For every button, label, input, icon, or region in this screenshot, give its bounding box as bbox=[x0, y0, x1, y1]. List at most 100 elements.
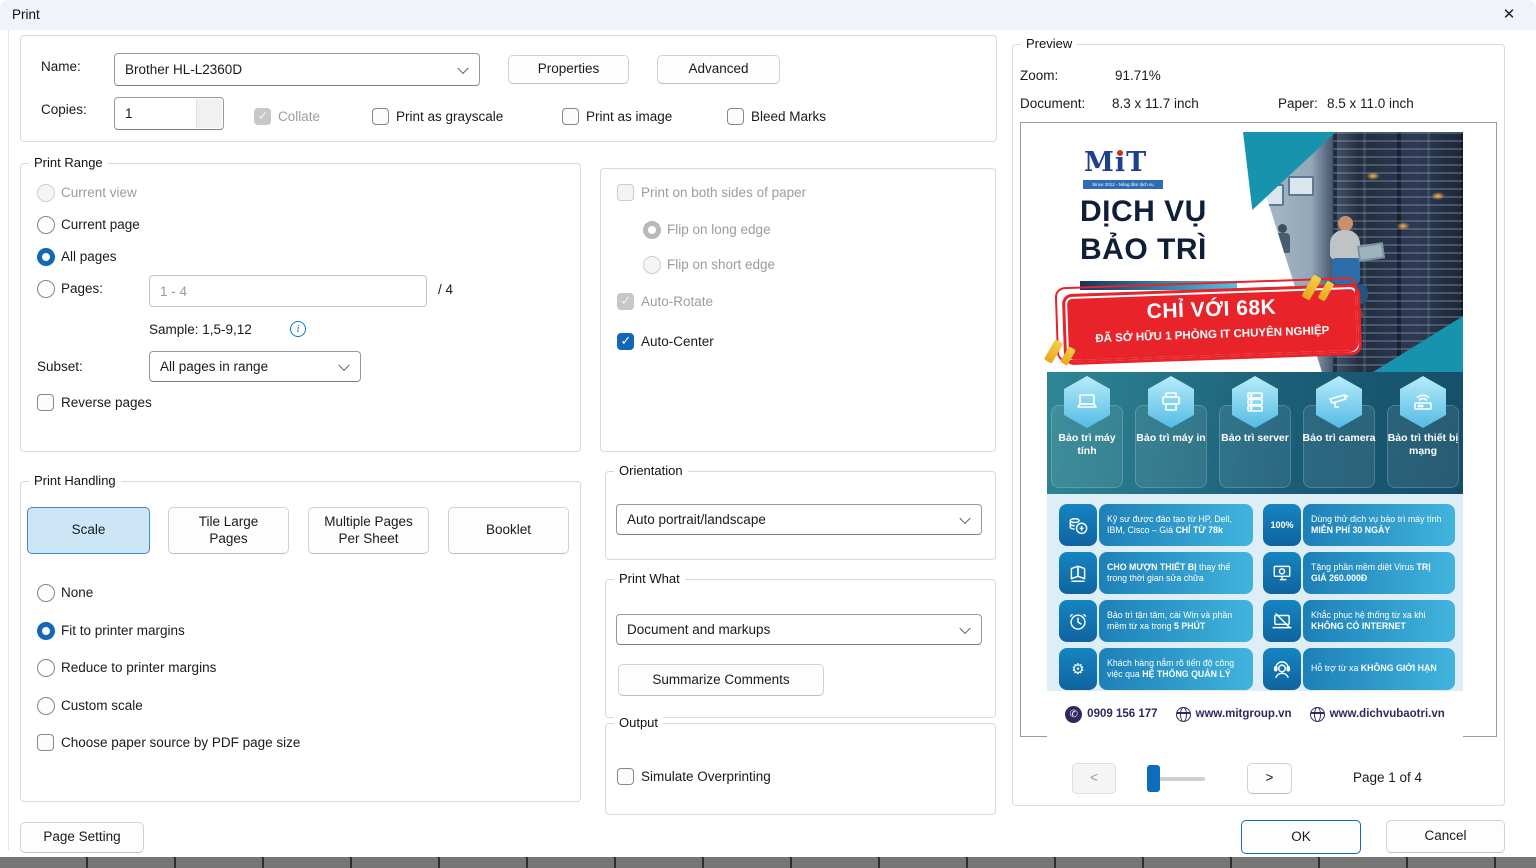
printer-group: Name: Brother HL-L2360D Properties Advan… bbox=[20, 35, 997, 142]
prev-page-button[interactable]: < bbox=[1072, 763, 1116, 794]
collate-label: Collate bbox=[278, 109, 320, 124]
preview-title: Preview bbox=[1021, 36, 1077, 51]
properties-button[interactable]: Properties bbox=[508, 55, 629, 84]
close-icon[interactable]: ✕ bbox=[1498, 5, 1520, 25]
tab-booklet[interactable]: Booklet bbox=[448, 507, 569, 554]
camera-icon bbox=[1327, 390, 1351, 414]
background-app-strip bbox=[0, 857, 1536, 868]
page-setting-button[interactable]: Page Setting bbox=[20, 822, 144, 853]
service-tile-text: Khách hàng nắm rõ tiến độ công việc qua … bbox=[1099, 648, 1253, 690]
technician-figure bbox=[1330, 230, 1360, 260]
next-page-button[interactable]: > bbox=[1247, 763, 1292, 794]
auto-center-label: Auto-Center bbox=[641, 334, 714, 349]
reverse-pages-label: Reverse pages bbox=[61, 395, 152, 410]
current-page-radio[interactable] bbox=[37, 216, 55, 234]
fit-margins-radio[interactable] bbox=[37, 622, 55, 640]
printer-name-value: Brother HL-L2360D bbox=[125, 62, 242, 77]
grayscale-checkbox[interactable] bbox=[372, 108, 389, 125]
service-tile-text: Khắc phục hệ thống từ xa khi KHÔNG CÓ IN… bbox=[1303, 600, 1455, 642]
ok-button[interactable]: OK bbox=[1241, 820, 1361, 854]
hex-item: Bảo trì server bbox=[1216, 372, 1294, 494]
reduce-margins-label: Reduce to printer margins bbox=[61, 660, 216, 675]
alarm-clock-icon bbox=[1059, 600, 1097, 642]
reverse-pages-checkbox[interactable] bbox=[37, 394, 54, 411]
orientation-value: Auto portrait/landscape bbox=[627, 512, 766, 527]
copies-stepper[interactable] bbox=[196, 99, 222, 128]
print-handling-group: Print Handling Scale Tile Large Pages Mu… bbox=[20, 481, 581, 802]
cancel-button[interactable]: Cancel bbox=[1386, 820, 1505, 853]
bleed-marks-label: Bleed Marks bbox=[751, 109, 826, 124]
reduce-margins-radio[interactable] bbox=[37, 659, 55, 677]
orientation-select[interactable]: Auto portrait/landscape bbox=[616, 504, 982, 535]
collate-checkbox bbox=[254, 108, 271, 125]
hex-items: Bảo trì máy tính Bảo trì máy in Bảo trì … bbox=[1047, 372, 1463, 494]
hex-item-label: Bảo trì máy in bbox=[1134, 432, 1208, 445]
zoom-value: 91.71% bbox=[1115, 68, 1161, 83]
promo-banner-line1: CHỈ VỚI 68K bbox=[1062, 293, 1361, 327]
laptop-icon bbox=[1075, 390, 1099, 414]
flyer-heading-line2: BẢO TRÌ bbox=[1080, 233, 1207, 267]
pages-sample: Sample: 1,5-9,12 bbox=[149, 322, 252, 337]
contact-item: www.dichvubaotri.vn bbox=[1310, 707, 1445, 722]
rack-light bbox=[1396, 222, 1410, 230]
paper-source-checkbox[interactable] bbox=[37, 734, 54, 751]
contact-item: www.mitgroup.vn bbox=[1176, 707, 1292, 722]
hex-item: Bảo trì camera bbox=[1300, 372, 1378, 494]
pages-input-value: 1 - 4 bbox=[160, 284, 187, 299]
custom-scale-radio[interactable] bbox=[37, 697, 55, 715]
both-sides-label: Print on both sides of paper bbox=[641, 185, 806, 200]
simulate-overprinting-label: Simulate Overprinting bbox=[641, 769, 771, 784]
custom-scale-label: Custom scale bbox=[61, 698, 143, 713]
tab-scale[interactable]: Scale bbox=[27, 507, 150, 554]
coins-icon bbox=[1059, 504, 1097, 546]
router-icon bbox=[1411, 390, 1435, 414]
tab-tile-large-pages[interactable]: Tile Large Pages bbox=[168, 507, 289, 554]
document-label: Document: bbox=[1020, 96, 1085, 111]
copies-value: 1 bbox=[125, 106, 133, 121]
globe-icon bbox=[1176, 707, 1191, 722]
copies-input[interactable]: 1 bbox=[114, 97, 224, 130]
offline-laptop-icon bbox=[1263, 600, 1301, 642]
subset-label: Subset: bbox=[37, 359, 83, 374]
flyer-heading-line1: DỊCH VỤ bbox=[1080, 195, 1207, 229]
paper-label: Paper: bbox=[1278, 96, 1318, 111]
simulate-overprinting-checkbox[interactable] bbox=[617, 768, 634, 785]
advanced-button[interactable]: Advanced bbox=[657, 55, 780, 84]
all-pages-radio[interactable] bbox=[37, 248, 55, 266]
flip-short-label: Flip on short edge bbox=[667, 257, 775, 272]
paper-value: 8.5 x 11.0 inch bbox=[1327, 96, 1414, 111]
flyer-contacts: ✆0909 156 177www.mitgroup.vnwww.dichvuba… bbox=[1047, 691, 1463, 737]
zoom-slider-handle[interactable] bbox=[1147, 765, 1160, 792]
chevron-down-icon bbox=[959, 622, 970, 633]
auto-center-checkbox[interactable] bbox=[617, 333, 634, 350]
print-range-group: Print Range Current view Current page Al… bbox=[20, 163, 581, 452]
flip-long-radio bbox=[643, 221, 661, 239]
scale-none-radio[interactable] bbox=[37, 584, 55, 602]
office-person bbox=[1278, 224, 1287, 233]
tab-multiple-pages[interactable]: Multiple Pages Per Sheet bbox=[308, 507, 429, 554]
bleed-marks-checkbox[interactable] bbox=[727, 108, 744, 125]
print-as-image-checkbox[interactable] bbox=[562, 108, 579, 125]
pages-label: Pages: bbox=[61, 281, 103, 296]
scale-none-label: None bbox=[61, 585, 93, 600]
hex-item-label: Bảo trì server bbox=[1218, 432, 1292, 445]
duplex-group: Print on both sides of paper Flip on lon… bbox=[600, 168, 996, 452]
pages-input[interactable]: 1 - 4 bbox=[149, 275, 427, 307]
pages-total: / 4 bbox=[438, 282, 453, 297]
dialog-title: Print bbox=[12, 7, 40, 22]
subset-select[interactable]: All pages in range bbox=[149, 351, 361, 382]
pages-radio[interactable] bbox=[37, 280, 55, 298]
print-dialog: Print ✕ Name: Brother HL-L2360D Properti… bbox=[0, 0, 1536, 868]
technician-figure bbox=[1338, 216, 1353, 231]
current-page-label: Current page bbox=[61, 217, 140, 232]
info-icon[interactable]: i bbox=[290, 321, 306, 337]
print-what-select[interactable]: Document and markups bbox=[616, 614, 982, 645]
output-title: Output bbox=[614, 715, 663, 730]
mit-logo-dot bbox=[1117, 150, 1123, 156]
grayscale-label: Print as grayscale bbox=[396, 109, 503, 124]
chevron-down-icon bbox=[338, 359, 349, 370]
summarize-comments-button[interactable]: Summarize Comments bbox=[618, 664, 824, 696]
service-tile-text: Tặng phần mềm diệt Virus TRỊ GIÁ 260.000… bbox=[1303, 552, 1455, 594]
antivirus-monitor-icon bbox=[1263, 552, 1301, 594]
printer-name-select[interactable]: Brother HL-L2360D bbox=[114, 53, 480, 86]
